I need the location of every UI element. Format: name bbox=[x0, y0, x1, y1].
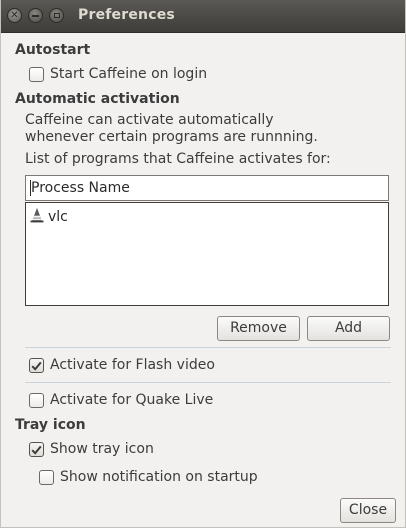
show-notification-label[interactable]: Show notification on startup bbox=[60, 469, 258, 485]
show-tray-icon-label[interactable]: Show tray icon bbox=[50, 441, 154, 457]
add-button[interactable]: Add bbox=[307, 316, 390, 341]
window-close-button[interactable]: ✕ bbox=[7, 8, 22, 23]
preferences-window: ✕ Preferences Autostart Start Caffeine o… bbox=[0, 0, 406, 528]
window-title: Preferences bbox=[78, 7, 175, 23]
window-maximize-button[interactable] bbox=[49, 8, 64, 23]
close-icon: ✕ bbox=[10, 9, 19, 21]
separator bbox=[25, 382, 391, 383]
automatic-activation-heading: Automatic activation bbox=[15, 91, 180, 107]
activation-description-line2: whenever certain programs are runnning. bbox=[25, 129, 318, 145]
program-name: vlc bbox=[48, 209, 68, 225]
autostart-heading: Autostart bbox=[15, 42, 91, 58]
show-notification-checkbox[interactable] bbox=[39, 470, 54, 485]
minimize-icon bbox=[32, 14, 39, 17]
vlc-cone-icon bbox=[29, 207, 45, 227]
program-list[interactable]: vlc bbox=[25, 202, 389, 306]
maximize-icon bbox=[53, 13, 60, 18]
process-name-column-header[interactable]: Process Name bbox=[25, 175, 389, 201]
separator bbox=[25, 347, 391, 348]
flash-video-label[interactable]: Activate for Flash video bbox=[50, 357, 215, 373]
tray-icon-heading: Tray icon bbox=[15, 417, 86, 433]
title-bar[interactable]: ✕ Preferences bbox=[1, 0, 405, 33]
remove-button[interactable]: Remove bbox=[217, 316, 300, 341]
start-on-login-label[interactable]: Start Caffeine on login bbox=[50, 66, 207, 82]
start-on-login-checkbox[interactable] bbox=[29, 67, 44, 82]
checkmark-icon bbox=[31, 445, 42, 455]
program-list-caption: List of programs that Caffeine activates… bbox=[25, 151, 331, 167]
list-item[interactable]: vlc bbox=[29, 207, 68, 227]
close-button[interactable]: Close bbox=[340, 498, 396, 523]
quake-live-checkbox[interactable] bbox=[29, 393, 44, 408]
window-minimize-button[interactable] bbox=[28, 8, 43, 23]
show-tray-icon-checkbox[interactable] bbox=[29, 442, 44, 457]
text-cursor bbox=[30, 180, 31, 196]
flash-video-checkbox[interactable] bbox=[29, 358, 44, 373]
quake-live-label[interactable]: Activate for Quake Live bbox=[50, 392, 213, 408]
process-name-header-label: Process Name bbox=[31, 180, 130, 196]
checkmark-icon bbox=[31, 361, 42, 371]
activation-description-line1: Caffeine can activate automatically bbox=[25, 112, 274, 128]
